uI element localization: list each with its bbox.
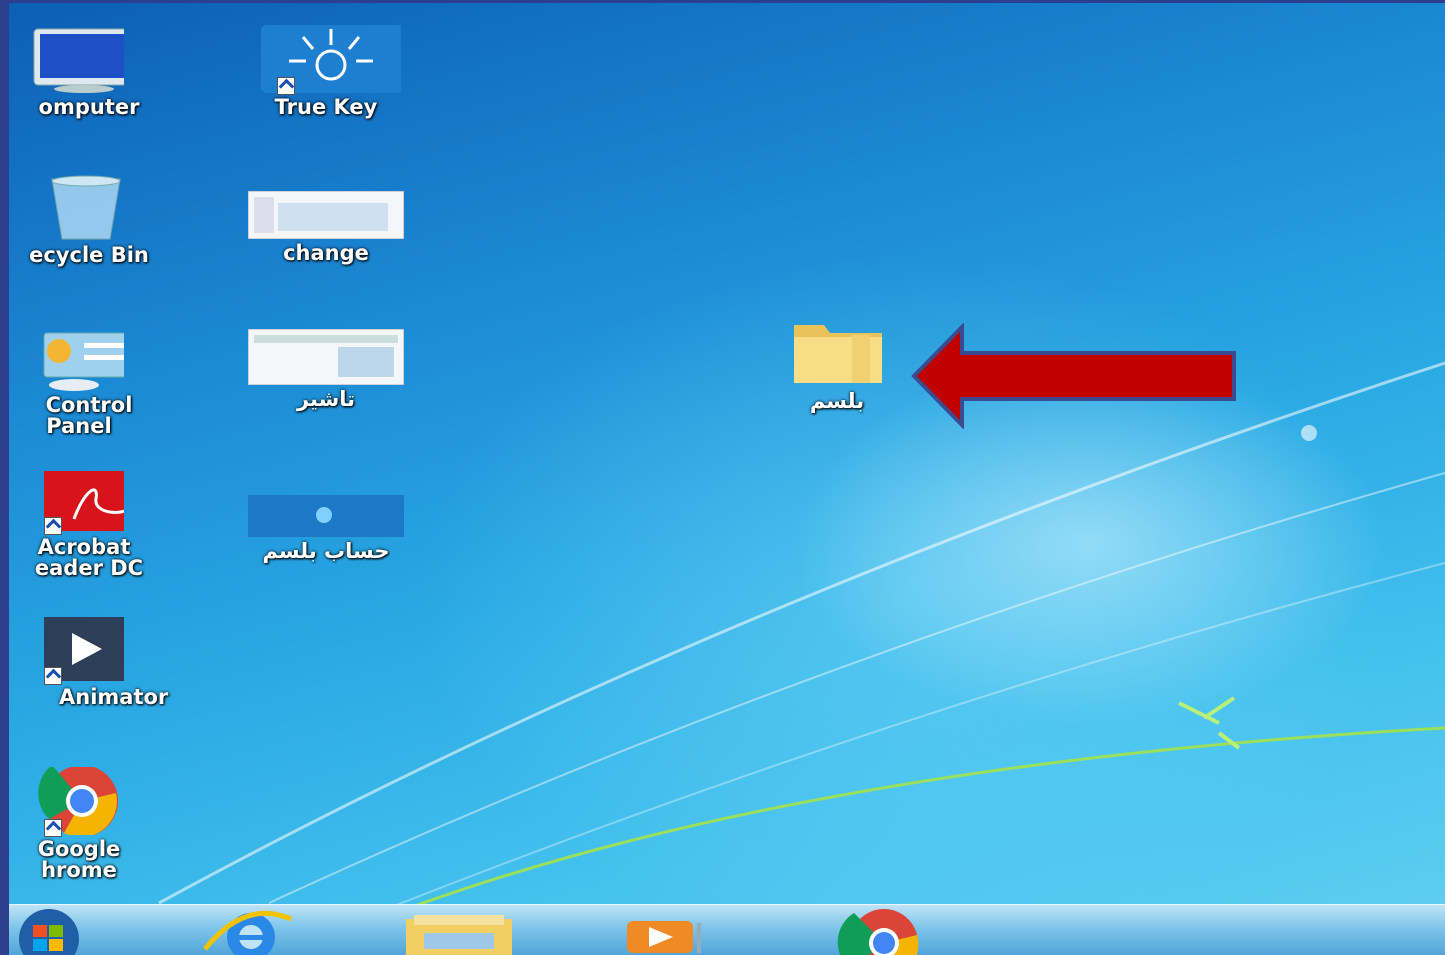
desktop-icon-label: ecycle Bin [29, 243, 149, 267]
recycle-bin-icon [9, 173, 124, 241]
desktop-icon-recycle-bin[interactable]: ecycle Bin [9, 173, 159, 266]
file-explorer-icon[interactable] [404, 909, 514, 955]
desktop-icon-label: Animator [59, 685, 169, 709]
control-panel-icon [9, 331, 145, 391]
desktop-icon-label: Acrobat [37, 535, 131, 559]
internet-explorer-icon[interactable] [195, 909, 295, 955]
folder-icon [782, 321, 892, 387]
document-thumbnail-icon [247, 328, 405, 386]
wallpaper-streaks [158, 361, 1445, 910]
start-orb-icon[interactable] [9, 909, 103, 955]
media-player-icon[interactable] [623, 909, 713, 955]
desktop-icon-true-key[interactable]: True Key [231, 25, 421, 118]
desktop-icon-tashir[interactable]: تاشير [231, 328, 421, 411]
desktop-icon-label: Google [37, 837, 121, 861]
shortcut-arrow-icon [44, 517, 62, 535]
animator-icon [9, 617, 136, 685]
desktop-icon-label: True Key [274, 95, 378, 119]
truekey-icon [251, 25, 409, 95]
windows-thumbnail-icon [248, 495, 404, 537]
acrobat-icon [9, 471, 140, 535]
shortcut-arrow-icon [44, 819, 62, 837]
desktop-icon-change[interactable]: change [231, 190, 421, 265]
desktop-icon-chrome[interactable]: Google hrome [9, 765, 159, 882]
document-thumbnail-icon [247, 190, 405, 240]
annotation-arrow [911, 323, 1236, 429]
desktop-icon-label: Control [45, 393, 133, 417]
desktop: omputer ecycle Bin Control Panel Acrobat… [9, 3, 1445, 955]
computer-icon [9, 25, 135, 93]
chrome-icon[interactable] [829, 909, 939, 955]
desktop-icon-label: تاشير [296, 387, 356, 411]
desktop-icon-computer[interactable]: omputer [9, 25, 159, 118]
desktop-icon-label: حساب بلسم [262, 539, 390, 563]
desktop-icon-label-line2: hrome [41, 858, 117, 882]
chrome-icon [9, 765, 124, 838]
desktop-icon-control-panel[interactable]: Control Panel [9, 331, 159, 437]
desktop-icon-label-line2: Panel [46, 414, 112, 438]
taskbar [9, 904, 1445, 955]
shortcut-arrow-icon [44, 667, 62, 685]
desktop-icon-hesab-balsam[interactable]: حساب بلسم [231, 495, 421, 562]
desktop-icon-acrobat[interactable]: Acrobat eader DC [9, 471, 159, 579]
desktop-icon-label: change [283, 241, 369, 265]
shortcut-arrow-icon [277, 77, 295, 95]
desktop-icon-animator[interactable]: Animator [9, 617, 169, 709]
desktop-icon-label: omputer [38, 95, 140, 119]
desktop-icon-label-line2: eader DC [34, 556, 144, 580]
